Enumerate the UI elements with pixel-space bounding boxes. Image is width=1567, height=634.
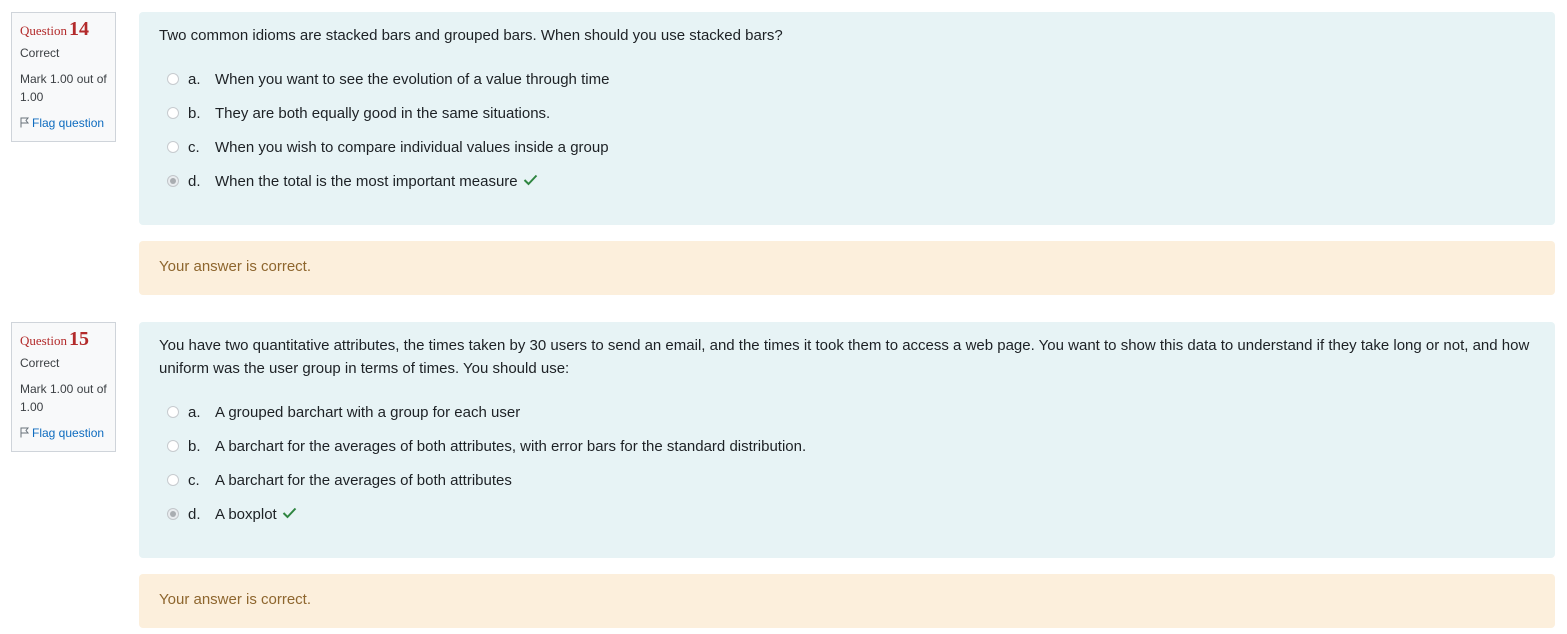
answer-text: They are both equally good in the same s… [215, 104, 551, 122]
question-formulation: Two common idioms are stacked bars and g… [139, 12, 1555, 225]
radio-button[interactable] [167, 107, 179, 119]
answer-letter: d. [188, 172, 201, 190]
answer-text: When you wish to compare individual valu… [215, 138, 609, 156]
radio-button[interactable] [167, 440, 179, 452]
question-state: Correct [20, 46, 60, 60]
question-number-value: 15 [68, 328, 89, 350]
question-number-value: 14 [68, 18, 89, 40]
answer-letter: a. [188, 70, 201, 88]
check-icon [282, 506, 297, 523]
question-number: Question 14 [20, 18, 89, 40]
answer-text: A boxplot [215, 505, 277, 523]
flag-question-label[interactable]: Flag question [32, 116, 104, 130]
feedback-text: Your answer is correct. [159, 591, 312, 608]
feedback-box: Your answer is correct. [139, 241, 1555, 295]
answer-letter: a. [188, 403, 201, 421]
question-info: Question 14 Correct Mark 1.00 out of 1.00… [11, 12, 116, 142]
flag-question-label[interactable]: Flag question [32, 426, 104, 440]
answer-letter: b. [188, 437, 201, 455]
answer-letter: c. [188, 138, 200, 156]
answer-letter: d. [188, 505, 201, 523]
answer-options: a. When you want to see the evolution of… [159, 62, 1535, 198]
answer-option-c[interactable]: c. A barchart for the averages of both a… [159, 463, 1535, 497]
answer-option-a[interactable]: a. A grouped barchart with a group for e… [159, 395, 1535, 429]
radio-button-selected[interactable] [167, 175, 179, 187]
radio-button[interactable] [167, 141, 179, 153]
question-text: Two common idioms are stacked bars and g… [159, 27, 783, 44]
flag-icon [20, 115, 30, 133]
answer-option-c[interactable]: c. When you wish to compare individual v… [159, 130, 1535, 164]
radio-button[interactable] [167, 406, 179, 418]
flag-icon [20, 425, 30, 443]
question-text: You have two quantitative attributes, th… [159, 337, 1530, 377]
answer-text: When you want to see the evolution of a … [215, 70, 610, 88]
question-grade: Mark 1.00 out of 1.00 [20, 382, 107, 414]
radio-button[interactable] [167, 474, 179, 486]
answer-option-a[interactable]: a. When you want to see the evolution of… [159, 62, 1535, 96]
answer-option-b[interactable]: b. A barchart for the averages of both a… [159, 429, 1535, 463]
question-state: Correct [20, 356, 60, 370]
feedback-box: Your answer is correct. [139, 574, 1555, 628]
answer-letter: c. [188, 471, 200, 489]
question-grade: Mark 1.00 out of 1.00 [20, 72, 107, 104]
answer-option-d[interactable]: d. A boxplot [159, 497, 1535, 531]
radio-button-selected[interactable] [167, 508, 179, 520]
flag-question-link[interactable]: Flag question [20, 114, 107, 133]
answer-text: A grouped barchart with a group for each… [215, 403, 521, 421]
radio-button[interactable] [167, 73, 179, 85]
answer-text: When the total is the most important mea… [215, 172, 518, 190]
answer-option-b[interactable]: b. They are both equally good in the sam… [159, 96, 1535, 130]
check-icon [523, 173, 538, 190]
flag-question-link[interactable]: Flag question [20, 424, 107, 443]
answer-option-d[interactable]: d. When the total is the most important … [159, 164, 1535, 198]
feedback-text: Your answer is correct. [159, 258, 312, 275]
answer-letter: b. [188, 104, 201, 122]
answer-text: A barchart for the averages of both attr… [215, 471, 512, 489]
question-formulation: You have two quantitative attributes, th… [139, 322, 1555, 558]
answer-options: a. A grouped barchart with a group for e… [159, 395, 1535, 531]
answer-text: A barchart for the averages of both attr… [215, 437, 807, 455]
question-number: Question 15 [20, 328, 89, 350]
question-info: Question 15 Correct Mark 1.00 out of 1.00… [11, 322, 116, 452]
